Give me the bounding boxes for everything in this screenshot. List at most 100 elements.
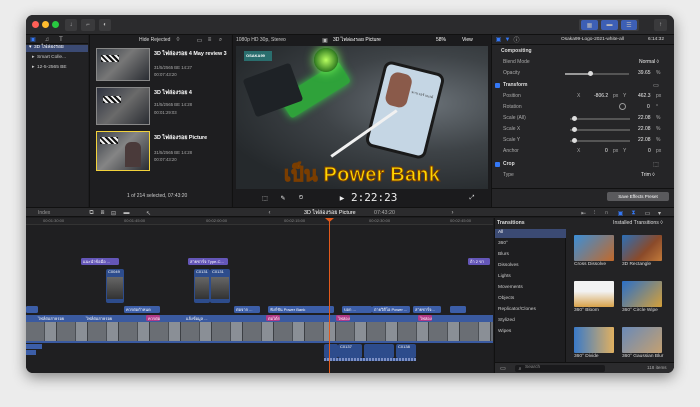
section-compositing[interactable]: Compositing — [501, 49, 532, 54]
category-replicator-clones[interactable]: Replicator/Clones — [498, 307, 536, 313]
enhance-icon[interactable]: ✎ — [279, 194, 287, 202]
clip-thumbnail-selected[interactable] — [96, 131, 150, 171]
storyline-clip[interactable]: ต่อจาก ... — [234, 306, 260, 313]
zoom-popup[interactable]: 58% — [436, 38, 446, 43]
title-clip[interactable]: สายชาร์จ Type-C... — [188, 258, 228, 265]
scale-x-value[interactable]: 22.08 — [638, 127, 651, 132]
magenta-clip[interactable]: ต่อได้รอบ — [266, 315, 280, 321]
magenta-clip[interactable]: ควรต่อง — [146, 315, 160, 321]
rotation-dial[interactable] — [619, 103, 626, 110]
transition-thumbnail[interactable] — [574, 281, 614, 307]
insert-clip-icon[interactable]: ⧈ — [99, 210, 106, 216]
opacity-slider[interactable] — [565, 71, 629, 76]
crop-icon[interactable]: ⬚ — [261, 194, 269, 202]
viewer-timecode[interactable]: 2:22:23 — [351, 192, 397, 203]
scale-x-slider[interactable] — [570, 127, 630, 132]
transition-thumbnail[interactable] — [622, 281, 662, 307]
transition-thumbnail[interactable] — [622, 235, 662, 261]
storyline-clip[interactable]: ถ่ายวิดีโอ Power ... — [372, 306, 410, 313]
timeline-toggle-icon[interactable]: ▬ — [601, 20, 618, 30]
speed-icon[interactable]: ⏲ — [297, 194, 305, 202]
title-clip[interactable]: ถ้า 2 ขา — [468, 258, 490, 265]
category-360[interactable]: 360° — [498, 241, 508, 247]
browser-toggle-icon[interactable]: ▦ — [581, 20, 598, 30]
crop-checkbox[interactable] — [495, 162, 500, 167]
transform-onscreen-icon[interactable]: ▭ — [652, 82, 660, 89]
slider-knob[interactable] — [572, 138, 577, 143]
append-clip-icon[interactable]: ⊟ — [110, 210, 117, 217]
installed-transitions-popup[interactable]: Installed Transitions ◊ — [613, 220, 663, 226]
audio-clip[interactable] — [26, 350, 36, 355]
fullscreen-icon[interactable]: ⤢ — [467, 194, 477, 202]
magenta-clip[interactable]: ไฟล่องรอย — [336, 315, 350, 321]
list-view-icon[interactable]: ≡ — [206, 37, 213, 43]
playhead[interactable] — [329, 218, 330, 373]
blend-mode-popup[interactable]: Normal ◊ — [639, 60, 659, 65]
skimming-icon[interactable]: ⇤ — [580, 210, 587, 217]
category-stylized[interactable]: Stylized — [498, 318, 515, 324]
category-dissolves[interactable]: Dissolves — [498, 263, 519, 269]
audio-skimming-icon[interactable]: ⫶ — [591, 210, 598, 216]
connected-clip[interactable]: C0131 — [194, 269, 210, 303]
rotation-value[interactable]: 0 — [647, 105, 650, 110]
filter-popup[interactable]: Hide Rejected — [139, 38, 170, 43]
inspector-toggle-icon[interactable]: ☰ — [621, 20, 637, 30]
timeline-area[interactable]: 00:01:30:00 00:01:45:00 00:02:00:00 00:0… — [26, 218, 493, 373]
category-lights[interactable]: Lights — [498, 274, 511, 280]
connect-clip-icon[interactable]: ⧉ — [88, 210, 95, 216]
scale-y-slider[interactable] — [570, 138, 630, 143]
anchor-y-value[interactable]: 0 — [648, 149, 651, 154]
category-blurs[interactable]: Blurs — [498, 252, 509, 258]
forward-arrow-icon[interactable]: › — [449, 210, 456, 216]
opacity-slider-knob[interactable] — [588, 71, 594, 76]
search-icon[interactable]: ⌕ — [217, 37, 224, 43]
overwrite-clip-icon[interactable]: ▬ — [123, 210, 130, 216]
select-tool-icon[interactable]: ↖ — [145, 210, 152, 217]
photos-icon[interactable]: ♫ — [43, 36, 51, 43]
connected-clip[interactable]: C0131 — [210, 269, 230, 303]
search-field[interactable]: ⌕ Search — [515, 365, 605, 372]
zoom-window-button[interactable] — [52, 21, 59, 28]
sidebar-item-event[interactable]: 12-5-2565 BE — [37, 65, 67, 71]
info-icon[interactable]: ⓘ — [513, 36, 520, 44]
clip-appearance-icon[interactable]: ▭ — [196, 37, 203, 44]
close-window-button[interactable] — [32, 21, 39, 28]
save-effects-preset-button[interactable]: Save Effects Preset — [607, 192, 669, 201]
transitions-browser-icon[interactable]: ⧗ — [630, 210, 637, 216]
slider-knob[interactable] — [572, 116, 577, 121]
timeline-ruler[interactable]: 00:01:30:00 00:01:45:00 00:02:00:00 00:0… — [26, 218, 493, 225]
storyline-clip[interactable]: ฟังก์ชัน Power Bank — [268, 306, 334, 313]
scale-all-slider[interactable] — [570, 116, 630, 121]
view-popup[interactable]: View — [462, 38, 473, 43]
effects-browser-icon[interactable]: ▣ — [617, 210, 624, 217]
storyline-clip[interactable]: ควรต่อกำหนด — [124, 306, 160, 313]
video-inspector-icon[interactable]: ▣ — [495, 36, 502, 43]
transition-thumbnail[interactable] — [574, 235, 614, 261]
video-canvas[interactable]: OSAKA99 พาวเวอร์ แบงค์ เป็น Power Bank — [236, 46, 488, 189]
anchor-x-value[interactable]: 0 — [605, 149, 608, 154]
headphones-icon[interactable]: ∩ — [603, 210, 610, 216]
transform-checkbox[interactable] — [495, 83, 500, 88]
storyline-clip[interactable] — [26, 306, 38, 313]
category-objects[interactable]: Objects — [498, 296, 514, 302]
clip-appearance-icon[interactable]: ▭ — [644, 210, 651, 217]
scale-all-value[interactable]: 22.08 — [638, 116, 651, 121]
title-clip[interactable]: แนะนำข้อมือ ... — [81, 258, 119, 265]
storyline-clip[interactable]: สายชาร์จ... — [413, 306, 441, 313]
sidebar-item-smart-collections[interactable]: Smart Colle... — [37, 55, 66, 61]
share-icon[interactable]: ↑ — [654, 19, 667, 31]
libraries-icon[interactable]: ▣ — [29, 36, 37, 43]
color-inspector-icon[interactable]: ▼ — [504, 36, 511, 43]
slider-knob[interactable] — [572, 127, 577, 132]
scale-y-value[interactable]: 22.08 — [638, 138, 651, 143]
back-arrow-icon[interactable]: ‹ — [266, 210, 273, 216]
audio-clip[interactable] — [26, 344, 42, 349]
clip-thumbnail[interactable] — [96, 87, 150, 125]
sidebar-toggle-icon[interactable]: ▭ — [499, 365, 507, 372]
clip-thumbnail[interactable] — [96, 48, 150, 81]
minimize-window-button[interactable] — [42, 21, 49, 28]
section-crop[interactable]: Crop — [503, 162, 515, 167]
crop-type-popup[interactable]: Trim ◊ — [641, 173, 655, 178]
transition-thumbnail[interactable] — [574, 327, 614, 353]
play-icon[interactable]: ▶ — [338, 194, 346, 202]
